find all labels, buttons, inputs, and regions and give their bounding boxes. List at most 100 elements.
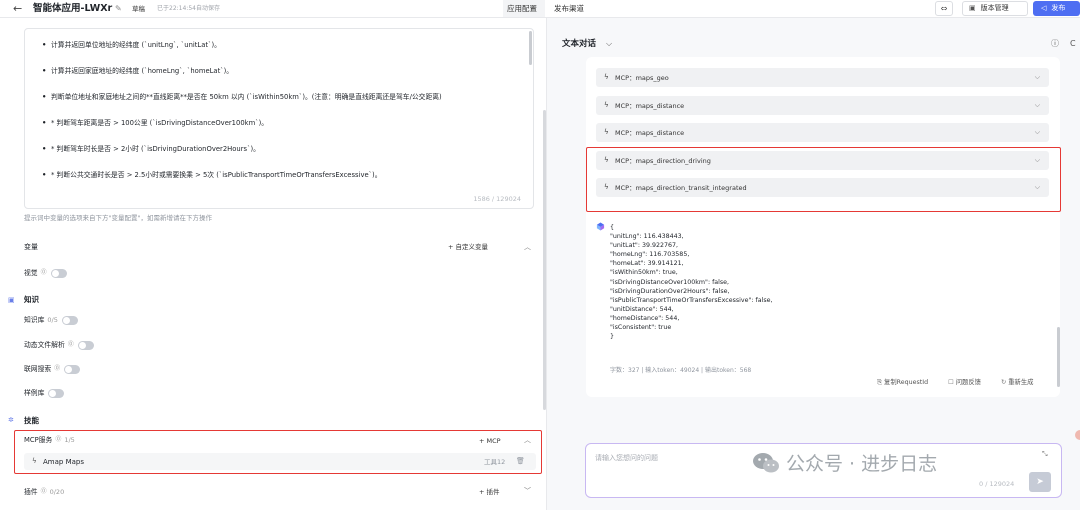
prompt-editor[interactable]: • 计算并返回单位地址的经纬度 (`unitLng`, `unitLat`)。 •…: [24, 28, 534, 209]
mcp-item-amap[interactable]: ϟ Amap Maps 工具12 🗑: [24, 453, 536, 470]
json-line: "isDrivingDistanceOver100km": false,: [610, 278, 730, 286]
edit-icon[interactable]: ✎: [115, 3, 122, 15]
knowledge-base-count: 0/5: [47, 316, 58, 324]
knowledge-base-row: 知识库 0/5: [24, 315, 78, 325]
publish-button[interactable]: ◁ 发布: [1033, 1, 1080, 16]
json-line: {: [610, 224, 615, 231]
help-icon[interactable]: ⓪: [41, 487, 47, 497]
watermark-text: 公众号 · 进步日志: [786, 453, 938, 475]
tab-publish-channel[interactable]: 发布渠道: [550, 0, 592, 17]
help-icon[interactable]: ⓪: [55, 435, 61, 445]
draft-badge: 草稿: [132, 5, 145, 13]
web-search-toggle[interactable]: [64, 364, 81, 374]
chevron-down-icon[interactable]: ⌵: [606, 38, 612, 50]
json-line: "homeLat": 39.914121,: [610, 260, 684, 268]
prompt-char-counter: 1586 / 129024: [473, 195, 521, 203]
copy-request-id-label: 复制RequestId: [884, 379, 929, 386]
layout-toggle-button[interactable]: ⇔: [935, 1, 953, 16]
prompt-line-text: 判断单位地址和家庭地址之间的**直线距离**是否在 50km 以内 (`isWi…: [51, 93, 442, 101]
examples-toggle[interactable]: [48, 388, 65, 398]
lightning-icon: ϟ: [604, 73, 609, 81]
vision-toggle[interactable]: [50, 268, 67, 278]
prompt-scrollbar[interactable]: [529, 31, 532, 65]
add-plugin-button[interactable]: + 插件: [479, 487, 500, 497]
app-root: ← 智能体应用-LWXr ✎ 草稿 已于22:14:54自动保存 应用配置 发布…: [0, 0, 1080, 510]
prompt-line-text: * 判断驾车时长是否 > 2小时 (`isDrivingDurationOver…: [51, 145, 260, 153]
feedback-button[interactable]: ☐ 问题反馈: [948, 379, 990, 386]
tool-call-label: MCP：maps_geo: [615, 74, 669, 82]
info-icon[interactable]: ⓘ: [1051, 38, 1059, 50]
refresh-icon[interactable]: C: [1070, 38, 1076, 50]
lightning-icon: ϟ: [32, 457, 37, 465]
expand-icon[interactable]: ⤡: [1042, 449, 1048, 459]
chevron-down-icon: ⌵: [1034, 101, 1040, 109]
json-line: "unitDistance": 544,: [610, 305, 674, 313]
mcp-item-name: Amap Maps: [43, 458, 84, 466]
chat-scrollbar[interactable]: [1057, 327, 1060, 387]
skills-title: 技能: [24, 416, 39, 425]
knowledge-base-toggle[interactable]: [61, 315, 78, 325]
tool-call-label: MCP：maps_distance: [615, 129, 685, 137]
prompt-line-text: 计算并返回单位地址的经纬度 (`unitLng`, `unitLat`)。: [51, 41, 221, 49]
json-line: "isConsistent": true: [610, 324, 672, 332]
prompt-hint: 提示词中变量的选项来自下方"变量配置"，如需新增请在下方操作: [24, 214, 212, 222]
regenerate-button[interactable]: ↻ 重新生成: [1001, 379, 1042, 386]
json-line: "isWithin50km": true,: [610, 269, 678, 277]
plugins-row: 插件 ⓪ 0/20: [24, 487, 64, 497]
dynamic-file-row: 动态文件解析 ⓪: [24, 340, 94, 350]
add-mcp-button[interactable]: + MCP: [479, 436, 501, 446]
top-bar: ← 智能体应用-LWXr ✎ 草稿 已于22:14:54自动保存 应用配置 发布…: [0, 0, 1080, 18]
chevron-down-icon: ⌵: [1034, 73, 1040, 81]
examples-label: 样例库: [24, 389, 45, 397]
tool-call-row[interactable]: ϟ MCP：maps_distance ⌵: [596, 96, 1049, 115]
json-response: { "unitLng": 116.438443, "unitLat": 39.9…: [610, 223, 773, 341]
skills-rail-icon[interactable]: ✲: [8, 416, 14, 425]
json-line: "isPublicTransportTimeOrTransfersExcessi…: [610, 296, 773, 304]
json-line: "unitLng": 116.438443,: [610, 233, 684, 241]
chat-input-placeholder: 请输入您想问的问题: [595, 454, 658, 462]
arrow-left-icon[interactable]: ←: [13, 2, 22, 15]
lightning-icon: ϟ: [604, 128, 609, 136]
floating-assistant-icon[interactable]: [1075, 430, 1080, 440]
copy-request-id-button[interactable]: ⎘ 复制RequestId: [877, 379, 937, 386]
plugins-title: 插件: [24, 488, 38, 496]
bot-logo-icon: [596, 222, 605, 231]
chat-mode-title[interactable]: 文本对话: [562, 38, 596, 50]
token-stats: 字数：327 | 输入token：49024 | 输出token：568: [610, 367, 752, 374]
feedback-icon: ☐: [948, 379, 954, 386]
knowledge-rail-icon[interactable]: ▣: [8, 296, 15, 305]
trash-icon[interactable]: 🗑: [516, 456, 525, 466]
chat-input-counter: 0 / 129024: [979, 480, 1015, 488]
tool-call-row[interactable]: ϟ MCP：maps_geo ⌵: [596, 68, 1049, 87]
mcp-title: MCP服务: [24, 436, 53, 444]
tool-call-row[interactable]: ϟ MCP：maps_distance ⌵: [596, 123, 1049, 142]
help-icon[interactable]: ⓪: [68, 340, 74, 350]
watermark: 公众号 · 进步日志: [752, 451, 937, 477]
prompt-line-text: * 判断公共交通时长是否 > 2.5小时或需要换乘 > 5次 (`isPubli…: [51, 171, 382, 179]
lightning-icon: ϟ: [604, 101, 609, 109]
publish-label: 发布: [1051, 4, 1066, 12]
add-custom-variable-button[interactable]: + 自定义变量: [448, 242, 488, 252]
dynamic-file-label: 动态文件解析: [24, 341, 65, 349]
plugins-count: 0/20: [49, 488, 65, 496]
feedback-label: 问题反馈: [955, 379, 981, 386]
dynamic-file-toggle[interactable]: [77, 340, 94, 350]
prompt-line: • 计算并返回单位地址的经纬度 (`unitLng`, `unitLat`)。: [42, 41, 221, 49]
variables-title: 变量: [24, 243, 38, 251]
version-manage-button[interactable]: ▣ 版本管理: [962, 1, 1028, 16]
prompt-line: • * 判断驾车时长是否 > 2小时 (`isDrivingDurationOve…: [42, 145, 260, 153]
tab-app-config[interactable]: 应用配置: [503, 0, 545, 17]
knowledge-title: 知识: [24, 295, 39, 304]
send-button[interactable]: ➤: [1029, 472, 1051, 492]
help-icon[interactable]: ⓪: [41, 268, 47, 278]
vision-row: 视觉 ⓪: [24, 268, 67, 278]
help-icon[interactable]: ⓪: [54, 364, 60, 374]
mcp-row: MCP服务 ⓪ 1/5: [24, 435, 75, 445]
prompt-line: • 判断单位地址和家庭地址之间的**直线距离**是否在 50km 以内 (`isW…: [42, 93, 442, 101]
chevron-up-icon[interactable]: ︿: [524, 435, 531, 445]
wechat-logo-icon: [753, 453, 779, 473]
web-search-row: 联网搜索 ⓪: [24, 364, 81, 374]
json-line: "homeDistance": 544,: [610, 314, 680, 322]
chevron-up-icon[interactable]: ︿: [524, 242, 531, 252]
chevron-down-icon[interactable]: ﹀: [524, 486, 531, 496]
